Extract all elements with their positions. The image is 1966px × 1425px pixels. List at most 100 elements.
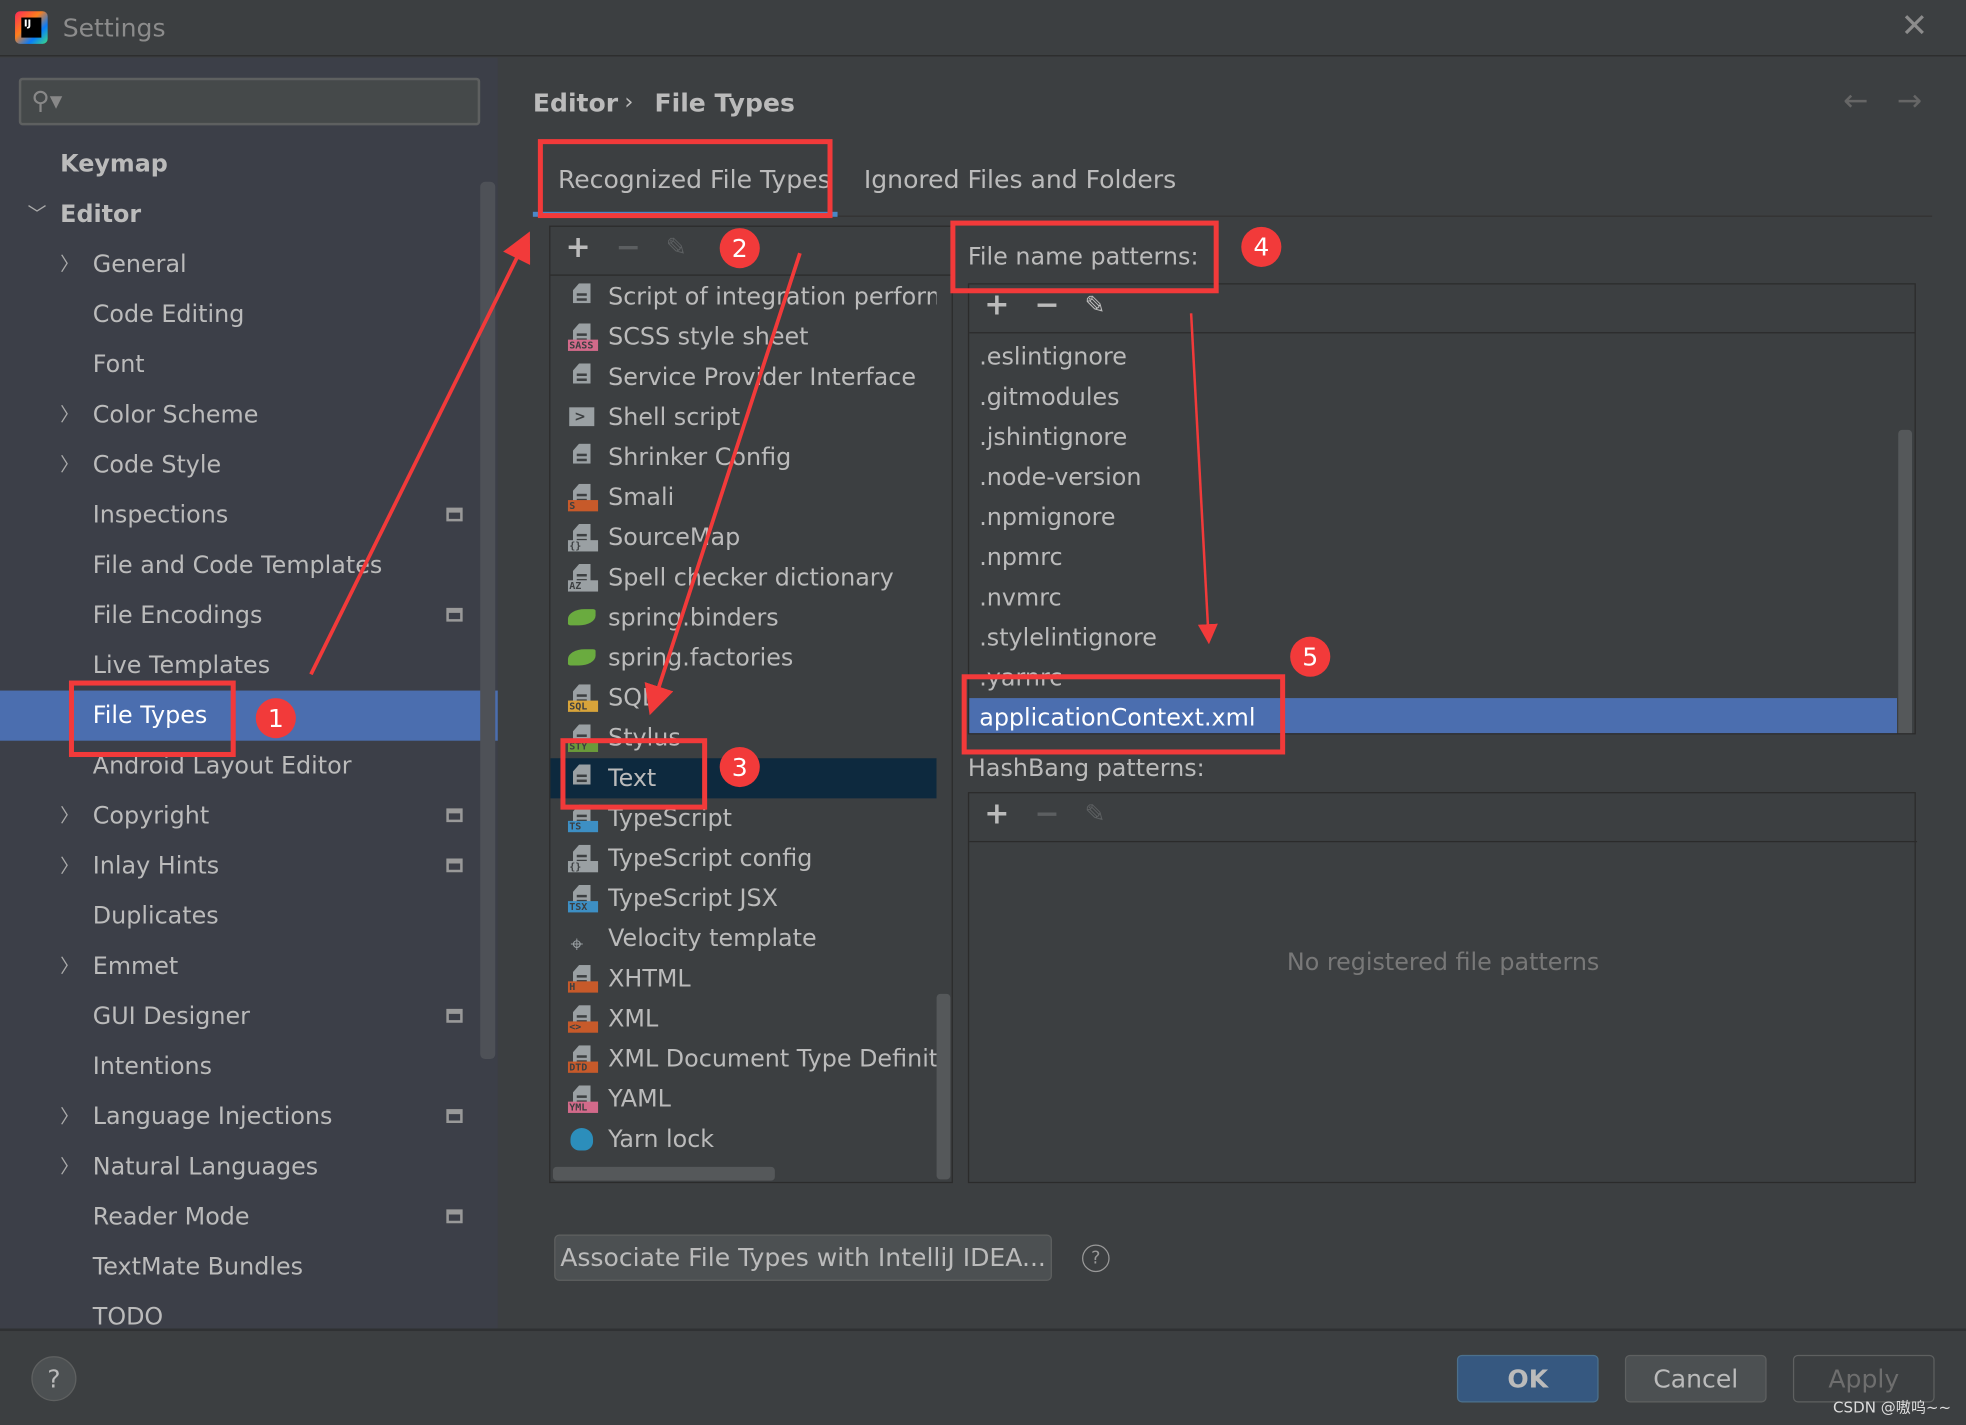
sidebar-item-live-templates[interactable]: Live Templates xyxy=(0,640,498,690)
chevron-right-icon[interactable]: 〉 xyxy=(60,841,79,891)
tab-recognized-file-types[interactable]: Recognized File Types xyxy=(558,164,831,194)
file-type-typescript-config[interactable]: {} TypeScript config xyxy=(550,838,936,878)
help-icon[interactable]: ? xyxy=(1082,1244,1110,1273)
pattern-item[interactable]: .node-version xyxy=(969,457,1897,497)
pattern-item[interactable]: .npmrc xyxy=(969,538,1897,578)
file-type-spring-factories[interactable]: spring.factories xyxy=(550,638,936,678)
file-type-yaml[interactable]: YML YAML xyxy=(550,1079,936,1119)
sidebar-scrollbar[interactable] xyxy=(480,181,496,1060)
remove-pattern-icon[interactable]: − xyxy=(1034,287,1059,322)
remove-icon[interactable]: − xyxy=(616,229,641,264)
file-type-spring-binders[interactable]: spring.binders xyxy=(550,598,936,638)
sidebar-item-copyright[interactable]: 〉 Copyright xyxy=(0,791,498,841)
sidebar-item-label: Language Injections xyxy=(92,1102,333,1131)
file-type-smali[interactable]: S Smali xyxy=(550,478,936,518)
file-type-script-of-integration-performance[interactable]: Script of integration performance xyxy=(550,277,937,317)
file-type-velocity-template[interactable]: ⌖ Velocity template xyxy=(550,919,936,959)
list-vertical-scrollbar[interactable] xyxy=(936,993,951,1180)
sidebar-item-code-editing[interactable]: Code Editing xyxy=(0,290,498,340)
sidebar-item-label: Reader Mode xyxy=(92,1203,250,1231)
file-type-shell-script[interactable]: > Shell script xyxy=(550,397,936,437)
chevron-right-icon[interactable]: 〉 xyxy=(60,1142,79,1192)
edit-hashbang-icon[interactable]: ✎ xyxy=(1085,798,1106,828)
chevron-down-icon[interactable]: ﹀ xyxy=(28,189,47,239)
cancel-button[interactable]: Cancel xyxy=(1624,1354,1767,1403)
ok-button[interactable]: OK xyxy=(1456,1354,1599,1403)
file-type-typescript[interactable]: TS TypeScript xyxy=(550,798,936,838)
sidebar-item-emmet[interactable]: 〉 Emmet xyxy=(0,941,498,991)
forward-arrow-icon[interactable]: → xyxy=(1897,83,1922,118)
file-type-scss-style-sheet[interactable]: SASS SCSS style sheet xyxy=(550,317,936,357)
file-type-xhtml[interactable]: H XHTML xyxy=(550,959,936,999)
sidebar-item-todo[interactable]: TODO xyxy=(0,1292,498,1342)
file-type-service-provider-interface[interactable]: Service Provider Interface xyxy=(550,357,936,397)
add-pattern-icon[interactable]: + xyxy=(984,287,1009,322)
file-type-xml-document-type-definition[interactable]: DTD XML Document Type Definition xyxy=(550,1039,937,1079)
pattern-item[interactable]: applicationContext.xml xyxy=(969,698,1897,734)
file-type-label: XML xyxy=(608,1005,659,1033)
file-type-stylus[interactable]: STY Stylus xyxy=(550,718,936,758)
chevron-right-icon[interactable]: 〉 xyxy=(60,390,79,440)
sidebar-item-inspections[interactable]: Inspections xyxy=(0,490,498,540)
text-file-icon xyxy=(568,283,598,311)
sidebar-item-reader-mode[interactable]: Reader Mode xyxy=(0,1192,498,1242)
chevron-right-icon[interactable]: 〉 xyxy=(60,791,79,841)
chevron-right-icon[interactable]: 〉 xyxy=(60,239,79,289)
remove-hashbang-icon[interactable]: − xyxy=(1034,796,1059,831)
pattern-item[interactable]: .yarnrc xyxy=(969,658,1897,698)
file-types-list-panel: + − ✎ Script of integration performanceS… xyxy=(549,225,953,1184)
sidebar-item-label: Intentions xyxy=(92,1052,213,1081)
associate-file-types-button[interactable]: Associate File Types with IntelliJ IDEA.… xyxy=(554,1234,1052,1281)
chevron-right-icon[interactable]: 〉 xyxy=(60,440,79,490)
sidebar-item-duplicates[interactable]: Duplicates xyxy=(0,891,498,941)
sidebar-item-file-types[interactable]: File Types xyxy=(0,690,498,741)
pattern-item[interactable]: .stylelintignore xyxy=(969,618,1897,658)
file-type-yarn-lock[interactable]: Yarn lock xyxy=(550,1119,936,1159)
chevron-right-icon[interactable]: 〉 xyxy=(60,1092,79,1142)
sidebar-item-gui-designer[interactable]: GUI Designer xyxy=(0,991,498,1041)
file-type-typescript-jsx[interactable]: TSX TypeScript JSX xyxy=(550,879,936,919)
sidebar-item-file-encodings[interactable]: File Encodings xyxy=(0,590,498,640)
patterns-scrollbar[interactable] xyxy=(1898,429,1913,734)
sidebar-item-label: Editor xyxy=(60,200,142,229)
sidebar-item-language-injections[interactable]: 〉 Language Injections xyxy=(0,1092,498,1142)
sidebar-item-intentions[interactable]: Intentions xyxy=(0,1041,498,1091)
sidebar-item-inlay-hints[interactable]: 〉 Inlay Hints xyxy=(0,841,498,891)
file-type-label: Spell checker dictionary xyxy=(608,563,894,592)
sidebar-item-android-layout-editor[interactable]: Android Layout Editor xyxy=(0,741,498,791)
pattern-item[interactable]: .jshintignore xyxy=(969,417,1897,457)
sidebar-item-font[interactable]: Font xyxy=(0,340,498,390)
tab-ignored-files[interactable]: Ignored Files and Folders xyxy=(864,164,1176,194)
edit-icon[interactable]: ✎ xyxy=(666,232,687,262)
edit-pattern-icon[interactable]: ✎ xyxy=(1085,290,1106,320)
close-icon[interactable]: ✕ xyxy=(1901,8,1928,46)
search-input[interactable]: ⚲▾ xyxy=(18,77,481,126)
sidebar-item-code-style[interactable]: 〉 Code Style xyxy=(0,440,498,490)
file-type-xml[interactable]: <> XML xyxy=(550,999,936,1039)
sidebar-item-natural-languages[interactable]: 〉 Natural Languages xyxy=(0,1142,498,1192)
sidebar-item-color-scheme[interactable]: 〉 Color Scheme xyxy=(0,390,498,440)
help-button[interactable]: ? xyxy=(31,1356,77,1402)
file-type-shrinker-config[interactable]: Shrinker Config xyxy=(550,437,936,477)
file-type-text[interactable]: Text xyxy=(550,758,937,799)
breadcrumb-parent[interactable]: Editor xyxy=(533,88,618,118)
add-icon[interactable]: + xyxy=(565,229,590,264)
pattern-item[interactable]: .npmignore xyxy=(969,498,1897,538)
file-name-patterns-list[interactable]: .eslintignore .gitmodules .jshintignore .no… xyxy=(969,337,1914,734)
sidebar-item-keymap[interactable]: Keymap xyxy=(0,139,498,189)
list-horizontal-scrollbar[interactable] xyxy=(552,1166,775,1181)
chevron-right-icon[interactable]: 〉 xyxy=(60,941,79,991)
add-hashbang-icon[interactable]: + xyxy=(984,796,1009,831)
sidebar-item-editor[interactable]: ﹀ Editor xyxy=(0,189,498,239)
file-type-spell-checker-dictionary[interactable]: AZ Spell checker dictionary xyxy=(550,558,936,598)
back-arrow-icon[interactable]: ← xyxy=(1843,83,1868,118)
sidebar-item-general[interactable]: 〉 General xyxy=(0,239,498,289)
pattern-item[interactable]: .eslintignore xyxy=(969,337,1897,377)
file-type-sourcemap[interactable]: {} SourceMap xyxy=(550,518,936,558)
file-type-sql[interactable]: SQL SQL xyxy=(550,678,936,718)
file-types-list[interactable]: Script of integration performance SASS SCS… xyxy=(550,276,937,1166)
sidebar-item-textmate-bundles[interactable]: TextMate Bundles xyxy=(0,1242,498,1292)
pattern-item[interactable]: .gitmodules xyxy=(969,377,1897,417)
sidebar-item-file-and-code-templates[interactable]: File and Code Templates xyxy=(0,540,498,590)
pattern-item[interactable]: .nvmrc xyxy=(969,578,1897,618)
